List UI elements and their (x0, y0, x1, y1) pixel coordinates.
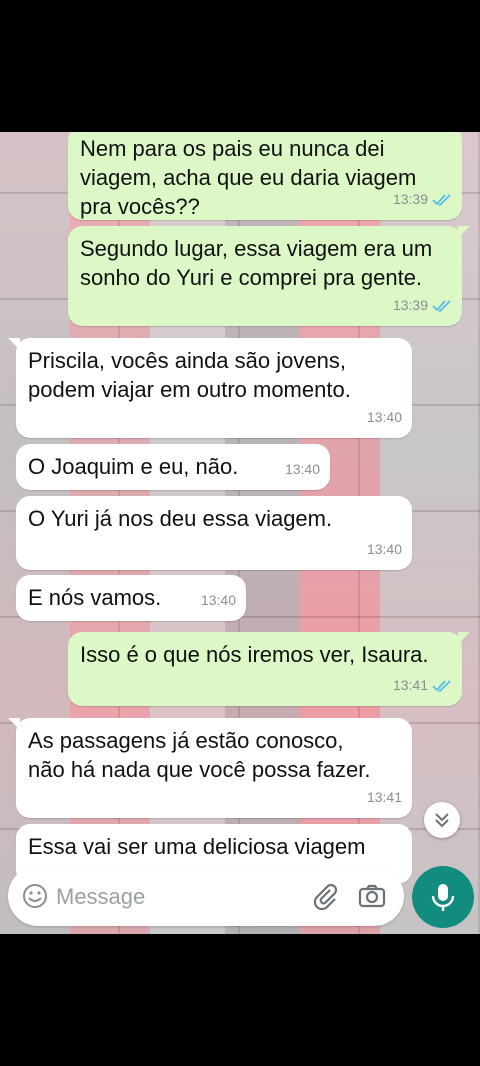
message-text: O Joaquim e eu, não. (28, 454, 239, 479)
emoji-icon[interactable] (22, 883, 48, 909)
chat-area: Nem para os pais eu nunca dei viagem, ac… (0, 132, 480, 934)
message-bubble-incoming[interactable]: As passagens já estão conosco, não há na… (8, 718, 412, 818)
camera-icon[interactable] (358, 882, 386, 910)
message-text: Priscila, vocês ainda são jovens, podem … (28, 348, 351, 402)
read-ticks-icon (432, 193, 451, 206)
paperclip-icon[interactable] (310, 881, 340, 911)
scroll-to-bottom-button[interactable] (424, 802, 460, 838)
message-bubble-incoming[interactable]: Priscila, vocês ainda são jovens, podem … (8, 338, 412, 438)
message-bubble-incoming[interactable]: O Joaquim e eu, não. 13:40 (16, 444, 330, 490)
message-meta: 13:39 (393, 291, 452, 320)
message-bubble-outgoing[interactable]: Segundo lugar, essa viagem era um sonho … (68, 226, 470, 326)
message-meta: 13:41 (393, 671, 452, 700)
message-bubble-incoming[interactable]: E nós vamos. 13:40 (16, 575, 246, 621)
message-bubble-outgoing[interactable]: Nem para os pais eu nunca dei viagem, ac… (68, 132, 462, 220)
message-meta: 13:40 (367, 403, 402, 432)
message-meta: 13:39 (393, 185, 452, 214)
message-time: 13:41 (366, 789, 402, 805)
message-time: 13:39 (392, 191, 428, 207)
message-time: 13:39 (392, 297, 428, 313)
message-time: 13:40 (200, 592, 236, 608)
read-ticks-icon (432, 679, 451, 692)
message-list: Nem para os pais eu nunca dei viagem, ac… (0, 132, 480, 934)
message-meta: 13:40 (367, 535, 402, 564)
double-chevron-down-icon (435, 813, 449, 828)
message-time: 13:40 (366, 541, 402, 557)
read-ticks-icon (432, 299, 451, 312)
message-time: 13:41 (392, 677, 428, 693)
microphone-button[interactable] (412, 866, 474, 928)
message-input-bar (8, 866, 404, 926)
message-bubble-incoming[interactable]: O Yuri já nos deu essa viagem. 13:40 (16, 496, 412, 570)
message-bubble-outgoing[interactable]: Isso é o que nós iremos ver, Isaura. 13:… (68, 632, 470, 706)
message-text: Segundo lugar, essa viagem era um sonho … (80, 236, 433, 290)
message-time: 13:40 (366, 409, 402, 425)
message-meta: 13:41 (367, 783, 402, 812)
microphone-icon (431, 884, 455, 911)
message-meta: 13:40 (201, 586, 236, 615)
message-meta: 13:40 (285, 455, 320, 484)
message-text: O Yuri já nos deu essa viagem. (28, 506, 333, 531)
message-time: 13:40 (284, 461, 320, 477)
message-text: Isso é o que nós iremos ver, Isaura. (80, 642, 429, 667)
message-text: As passagens já estão conosco, não há na… (28, 728, 371, 782)
message-input[interactable] (54, 880, 308, 914)
message-text: Essa vai ser uma deliciosa viagem (28, 834, 366, 859)
